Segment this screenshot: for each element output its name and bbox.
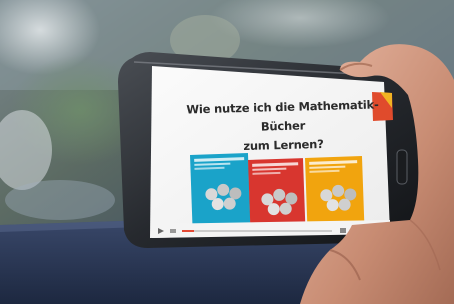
settings-icon xyxy=(340,228,346,233)
slide-title: Wie nutze ich die Mathematik-Bücher zum … xyxy=(179,95,386,157)
progress-fill xyxy=(182,230,194,232)
book-cover-red xyxy=(248,158,306,228)
photo-scene: Wie nutze ich die Mathematik-Bücher zum … xyxy=(0,0,454,304)
progress-track xyxy=(182,230,332,232)
book-cover-blue xyxy=(190,152,251,225)
slide-title-line1: Wie nutze ich die Mathematik-Bücher xyxy=(186,97,379,134)
volume-icon xyxy=(170,229,176,233)
book-cover-yellow xyxy=(305,156,365,224)
